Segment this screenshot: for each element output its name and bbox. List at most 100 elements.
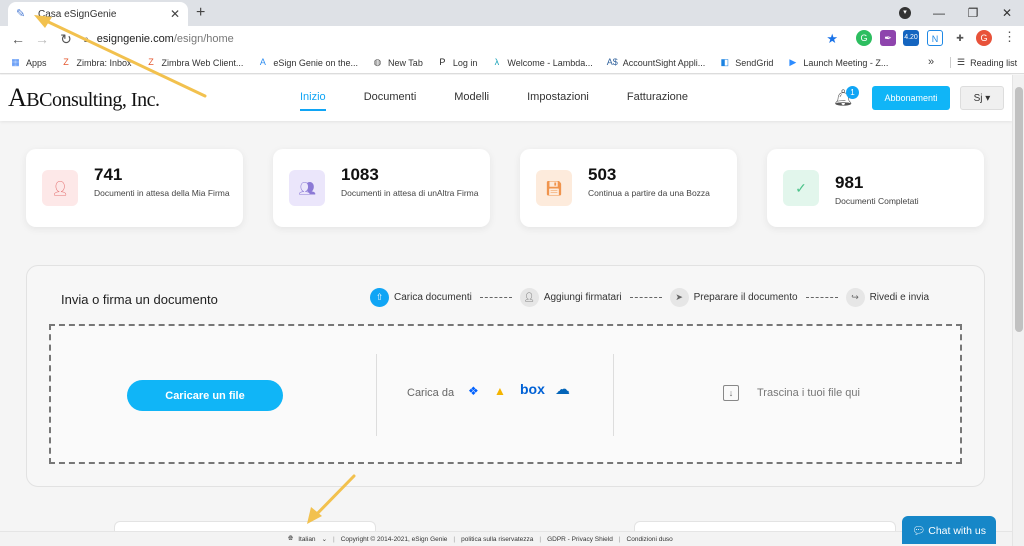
stat-card-awaiting-my-signature[interactable]: 👤︎ 741 Documenti in attesa della Mia Fir… [26, 149, 243, 227]
bookmark-item[interactable]: ▦ Apps [10, 57, 47, 68]
nav-item-impostazioni[interactable]: Impostazioni [527, 91, 589, 111]
window-close-icon[interactable]: ✕ [990, 6, 1024, 20]
step-connector [629, 297, 662, 298]
bookmark-label: Apps [26, 57, 47, 68]
chat-with-us-button[interactable]: 💬︎ Chat with us [902, 516, 996, 544]
stat-value: 1083 [341, 165, 379, 184]
privacy-link[interactable]: politica sulla riservatezza [461, 536, 533, 543]
browser-menu-icon[interactable]: ⋮ [1003, 29, 1016, 45]
terms-link[interactable]: Condizioni duso [627, 536, 673, 543]
file-dropzone[interactable]: Caricare un file Carica da ❖ ▲ box ☁ ↓ T… [49, 324, 962, 464]
stat-value: 741 [94, 165, 123, 184]
bookmark-item[interactable]: ◧ SendGrid [719, 57, 774, 68]
subscriptions-button[interactable]: Abbonamenti [872, 86, 950, 110]
nav-item-inizio[interactable]: Inizio [300, 91, 326, 111]
zimbra-icon: Z [148, 57, 154, 67]
browser-tab[interactable]: ✎ Casa eSignGenie ✕ [8, 2, 188, 26]
bookmark-label: Launch Meeting - Z... [803, 57, 889, 68]
n-extension-icon[interactable]: N [927, 30, 943, 46]
extension-badge[interactable]: 4.20 [903, 30, 919, 46]
notification-bell-icon[interactable]: 🔔︎ 1 [833, 86, 859, 108]
stat-card-awaiting-other-signature[interactable]: 👥︎ 1083 Documenti in attesa di unAltra F… [273, 149, 490, 227]
main-nav: Inizio Documenti Modelli Impostazioni Fa… [300, 91, 726, 111]
user-menu-button[interactable]: Sj ▾ [960, 86, 1004, 110]
p-icon: P [439, 57, 446, 67]
person-icon: 👤︎ [519, 288, 539, 307]
upload-file-button[interactable]: Caricare un file [127, 380, 283, 411]
bookmark-label: Zimbra Web Client... [161, 57, 244, 68]
box-icon[interactable]: box [520, 381, 545, 397]
load-from-label: Carica da [407, 387, 455, 399]
stat-value: 981 [835, 173, 864, 192]
user-icon: 👤︎ [42, 170, 78, 206]
feather-extension-icon[interactable]: ✒ [880, 30, 896, 46]
lambda-icon: λ [494, 57, 500, 67]
scrollbar-thumb[interactable] [1015, 87, 1023, 332]
chevron-down-icon[interactable]: ⌄ [322, 535, 327, 543]
step-label: Rivedi e invia [869, 292, 930, 303]
stat-value: 503 [588, 165, 617, 184]
new-tab-icon[interactable]: + [196, 4, 205, 22]
more-bookmarks-icon[interactable]: » [928, 56, 934, 68]
nav-item-documenti[interactable]: Documenti [364, 91, 417, 111]
language-select[interactable]: Italian [298, 536, 315, 543]
grammarly-extension-icon[interactable]: G [856, 30, 872, 46]
page-scrollbar[interactable] [1012, 75, 1024, 546]
step-connector [479, 297, 512, 298]
minimize-icon[interactable]: — [922, 6, 956, 20]
stat-label: Continua a partire da una Bozza [588, 188, 710, 198]
google-drive-icon[interactable]: ▲ [494, 384, 506, 398]
dropbox-icon[interactable]: ❖ [468, 384, 479, 398]
workflow-steps: ⇧ Carica documenti 👤︎ Aggiungi firmatari… [370, 288, 929, 307]
divider [376, 354, 377, 436]
maximize-icon[interactable]: ❐ [956, 6, 990, 20]
bookmark-star-icon[interactable]: ★ [826, 31, 838, 47]
bookmark-item[interactable]: A$ AccountSight Appli... [607, 57, 706, 68]
browser-tab-bar: ✎ Casa eSignGenie ✕ + ▾ — ❐ ✕ [0, 0, 1024, 26]
step-add-signers[interactable]: 👤︎ Aggiungi firmatari [519, 288, 622, 307]
bookmarks-bar: ▦ Apps Z Zimbra: Inbox Z Zimbra Web Client...… [0, 52, 1024, 74]
draft-icon: 💾︎ [536, 170, 572, 206]
stat-label: Documenti in attesa di unAltra Firma [341, 188, 479, 198]
drag-drop-area[interactable]: ↓ Trascina i tuoi file qui [723, 385, 860, 401]
nav-item-modelli[interactable]: Modelli [454, 91, 489, 111]
share-icon: ↪ [845, 288, 865, 307]
bookmark-item[interactable]: ◍ New Tab [372, 57, 423, 68]
lock-icon[interactable]: 🔒︎ [84, 34, 89, 45]
company-logo[interactable]: ABConsulting, Inc. [8, 83, 160, 113]
step-upload[interactable]: ⇧ Carica documenti [370, 288, 472, 307]
step-prepare[interactable]: ➤ Preparare il documento [669, 288, 798, 307]
address-bar[interactable]: 🔒︎ esigngenie.com/esign/home ★ [84, 29, 852, 49]
bookmark-label: Zimbra: Inbox [76, 57, 132, 68]
stat-card-completed[interactable]: ✓ 981 Documenti Completati [767, 149, 984, 227]
bookmark-item[interactable]: Z Zimbra: Inbox [61, 57, 132, 68]
bookmark-item[interactable]: λ Welcome - Lambda... [491, 57, 593, 68]
cursor-icon: ➤ [669, 288, 689, 307]
back-icon[interactable]: ← [6, 31, 30, 47]
stat-card-drafts[interactable]: 💾︎ 503 Continua a partire da una Bozza [520, 149, 737, 227]
account-circle-icon[interactable]: ▾ [899, 7, 911, 19]
download-tray-icon: ↓ [723, 385, 739, 401]
close-tab-icon[interactable]: ✕ [170, 7, 180, 21]
logo-letter: A [8, 83, 27, 112]
chat-label: Chat with us [928, 524, 987, 537]
sendgrid-icon: ◧ [720, 57, 730, 67]
reading-list[interactable]: ☰ Reading list [950, 57, 1017, 68]
reload-icon[interactable]: ↻ [54, 31, 78, 48]
tab-title: Casa eSignGenie [38, 8, 117, 20]
chat-bubble-icon: 💬︎ [911, 524, 929, 537]
bookmark-item[interactable]: Z Zimbra Web Client... [146, 57, 244, 68]
bookmark-item[interactable]: ▶ Launch Meeting - Z... [787, 57, 888, 68]
bookmark-label: eSign Genie on the... [273, 57, 358, 68]
profile-avatar[interactable]: G [976, 30, 992, 46]
zimbra-icon: Z [63, 57, 69, 67]
onedrive-icon[interactable]: ☁ [555, 380, 570, 398]
forward-icon[interactable]: → [30, 31, 54, 47]
puzzle-extensions-icon[interactable]: ✚ [952, 30, 968, 46]
apps-grid-icon: ▦ [11, 57, 20, 67]
gdpr-link[interactable]: GDPR - Privacy Shield [547, 536, 613, 543]
bookmark-item[interactable]: AeSign Genie on the... [257, 57, 358, 68]
step-review-send[interactable]: ↪ Rivedi e invia [845, 288, 930, 307]
bookmark-item[interactable]: P Log in [437, 57, 477, 68]
nav-item-fatturazione[interactable]: Fatturazione [627, 91, 688, 111]
